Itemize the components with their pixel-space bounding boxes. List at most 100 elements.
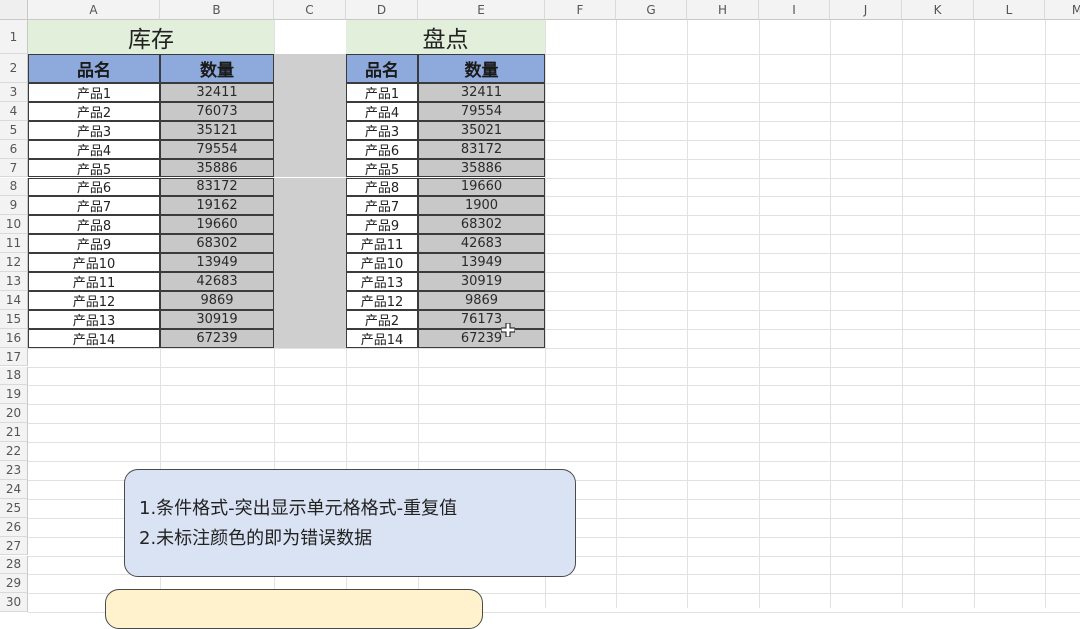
stocktake-header-qty[interactable]: 数量 [418,54,545,83]
row-header-18[interactable]: 18 [0,366,28,386]
inventory-qty-cell[interactable]: 35886 [160,158,274,178]
column-header-K[interactable]: K [902,0,974,20]
stocktake-qty-cell[interactable]: 35021 [418,120,545,140]
inventory-qty-cell[interactable]: 19660 [160,215,274,235]
inventory-title[interactable]: 库存 [28,20,274,54]
inventory-qty-cell[interactable]: 79554 [160,139,274,159]
select-all-corner[interactable] [0,0,28,20]
stocktake-name-cell[interactable]: 产品10 [346,253,418,272]
stocktake-qty-cell[interactable]: 68302 [418,215,545,235]
stocktake-qty-cell[interactable]: 9869 [418,290,545,310]
stocktake-name-cell[interactable]: 产品13 [346,272,418,291]
column-header-I[interactable]: I [759,0,830,20]
stocktake-qty-cell[interactable]: 13949 [418,253,545,272]
row-header-15[interactable]: 15 [0,309,28,329]
stocktake-title[interactable]: 盘点 [346,20,545,54]
stocktake-qty-cell[interactable]: 1900 [418,196,545,216]
column-header-F[interactable]: F [545,0,616,20]
inventory-qty-cell[interactable]: 32411 [160,83,274,102]
stocktake-name-cell[interactable]: 产品3 [346,120,418,140]
row-header-21[interactable]: 21 [0,423,28,443]
row-header-4[interactable]: 4 [0,101,28,121]
stocktake-name-cell[interactable]: 产品14 [346,328,418,348]
inventory-name-cell[interactable]: 产品10 [28,253,160,272]
row-header-3[interactable]: 3 [0,83,28,102]
stocktake-name-cell[interactable]: 产品2 [346,309,418,329]
row-header-20[interactable]: 20 [0,404,28,424]
column-header-B[interactable]: B [160,0,274,20]
stocktake-name-cell[interactable]: 产品1 [346,83,418,102]
row-header-10[interactable]: 10 [0,215,28,235]
inventory-qty-cell[interactable]: 68302 [160,234,274,254]
column-header-H[interactable]: H [687,0,759,20]
inventory-name-cell[interactable]: 产品9 [28,234,160,253]
stocktake-name-cell[interactable]: 产品4 [346,101,418,121]
stocktake-name-cell[interactable]: 产品7 [346,196,418,215]
stocktake-qty-cell[interactable]: 83172 [418,139,545,159]
inventory-qty-cell[interactable]: 30919 [160,309,274,329]
column-header-D[interactable]: D [346,0,418,20]
inventory-qty-cell[interactable]: 13949 [160,253,274,272]
column-header-J[interactable]: J [830,0,902,20]
stocktake-qty-cell[interactable]: 67239 [418,328,545,348]
inventory-qty-cell[interactable]: 83172 [160,177,274,197]
row-header-30[interactable]: 30 [0,593,28,613]
row-header-17[interactable]: 17 [0,347,28,367]
column-header-E[interactable]: E [418,0,545,20]
stocktake-name-cell[interactable]: 产品8 [346,177,418,196]
stocktake-qty-cell[interactable]: 30919 [418,272,545,291]
inventory-name-cell[interactable]: 产品12 [28,290,160,310]
column-header-C[interactable]: C [274,0,346,20]
inventory-qty-cell[interactable]: 9869 [160,290,274,310]
row-header-9[interactable]: 9 [0,196,28,216]
inventory-qty-cell[interactable]: 76073 [160,101,274,121]
row-header-12[interactable]: 12 [0,253,28,272]
row-header-24[interactable]: 24 [0,479,28,499]
column-header-L[interactable]: L [974,0,1045,20]
inventory-header-name[interactable]: 品名 [28,54,160,83]
row-header-19[interactable]: 19 [0,385,28,405]
stocktake-name-cell[interactable]: 产品5 [346,158,418,178]
row-header-13[interactable]: 13 [0,272,28,291]
row-header-7[interactable]: 7 [0,158,28,178]
inventory-name-cell[interactable]: 产品8 [28,215,160,234]
stocktake-name-cell[interactable]: 产品11 [346,234,418,253]
row-header-5[interactable]: 5 [0,120,28,140]
inventory-name-cell[interactable]: 产品5 [28,158,160,178]
row-header-22[interactable]: 22 [0,442,28,461]
stocktake-qty-cell[interactable]: 32411 [418,83,545,102]
row-header-11[interactable]: 11 [0,234,28,254]
stocktake-qty-cell[interactable]: 35886 [418,158,545,178]
row-header-27[interactable]: 27 [0,536,28,556]
stocktake-name-cell[interactable]: 产品6 [346,139,418,159]
column-header-M[interactable]: M [1045,0,1080,20]
inventory-qty-cell[interactable]: 42683 [160,272,274,291]
stocktake-name-cell[interactable]: 产品9 [346,215,418,234]
inventory-name-cell[interactable]: 产品11 [28,272,160,291]
stocktake-qty-cell[interactable]: 76173 [418,309,545,329]
row-header-26[interactable]: 26 [0,517,28,537]
row-header-8[interactable]: 8 [0,177,28,197]
inventory-name-cell[interactable]: 产品6 [28,177,160,196]
stocktake-header-name[interactable]: 品名 [346,54,418,83]
column-header-A[interactable]: A [28,0,160,20]
row-header-6[interactable]: 6 [0,139,28,159]
inventory-header-qty[interactable]: 数量 [160,54,274,83]
column-header-G[interactable]: G [616,0,687,20]
row-header-25[interactable]: 25 [0,498,28,518]
inventory-name-cell[interactable]: 产品1 [28,83,160,102]
inventory-name-cell[interactable]: 产品14 [28,328,160,348]
inventory-name-cell[interactable]: 产品4 [28,139,160,159]
inventory-qty-cell[interactable]: 35121 [160,120,274,140]
row-header-14[interactable]: 14 [0,290,28,310]
stocktake-qty-cell[interactable]: 79554 [418,101,545,121]
row-header-23[interactable]: 23 [0,461,28,480]
row-header-28[interactable]: 28 [0,555,28,575]
row-header-29[interactable]: 29 [0,574,28,594]
inventory-name-cell[interactable]: 产品13 [28,309,160,329]
row-header-1[interactable]: 1 [0,20,28,54]
inventory-name-cell[interactable]: 产品2 [28,101,160,121]
stocktake-qty-cell[interactable]: 19660 [418,177,545,197]
stocktake-qty-cell[interactable]: 42683 [418,234,545,254]
row-header-2[interactable]: 2 [0,54,28,83]
